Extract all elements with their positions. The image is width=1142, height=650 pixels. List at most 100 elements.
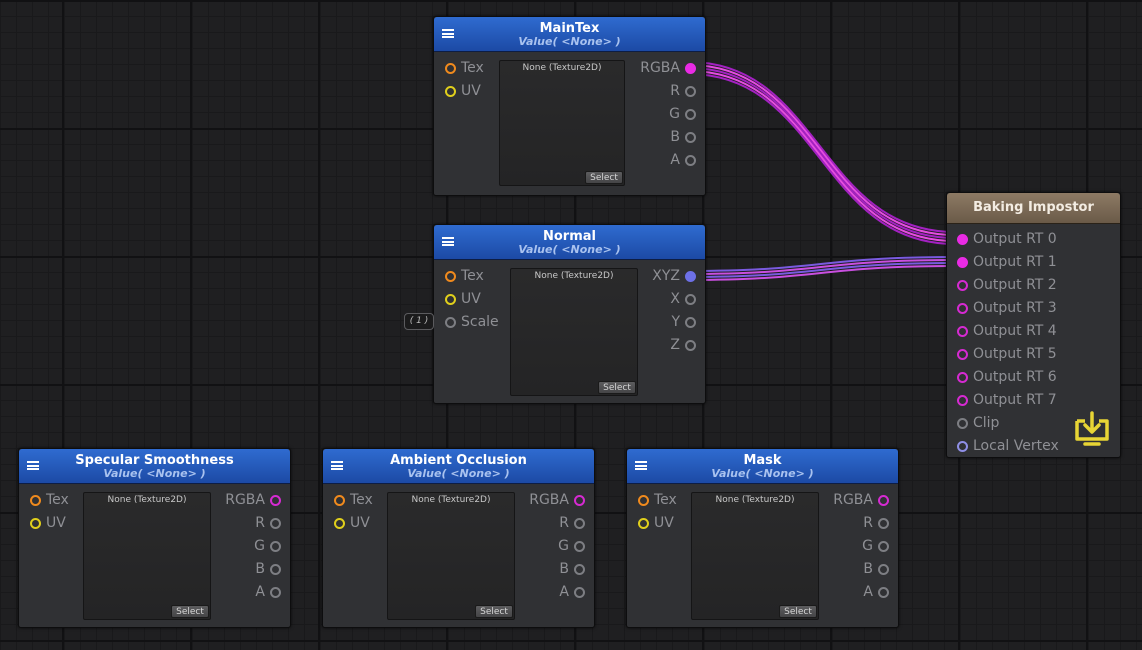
port-circle-icon[interactable] bbox=[334, 495, 345, 506]
port-label: UV bbox=[350, 515, 370, 531]
port-circle-icon[interactable] bbox=[574, 495, 585, 506]
port-label: X bbox=[670, 291, 680, 307]
port-circle-icon[interactable] bbox=[957, 349, 968, 360]
menu-icon[interactable] bbox=[331, 461, 343, 470]
port-circle-icon[interactable] bbox=[878, 518, 889, 529]
node-header[interactable]: Baking Impostor bbox=[947, 193, 1120, 224]
menu-icon[interactable] bbox=[635, 461, 647, 470]
node-header[interactable]: Normal Value( <None> ) bbox=[434, 225, 705, 260]
port-label: B bbox=[559, 561, 569, 577]
port-label: A bbox=[255, 584, 265, 600]
port-circle-icon[interactable] bbox=[957, 372, 968, 383]
node-subtitle: Value( <None> ) bbox=[407, 467, 510, 480]
port-circle-icon[interactable] bbox=[878, 564, 889, 575]
port-label: UV bbox=[46, 515, 66, 531]
texture-preview[interactable]: None (Texture2D) Select bbox=[83, 492, 211, 620]
port-circle-icon[interactable] bbox=[574, 518, 585, 529]
port-label: XYZ bbox=[652, 268, 680, 284]
select-texture-button[interactable]: Select bbox=[779, 605, 817, 618]
port-circle-icon[interactable] bbox=[957, 280, 968, 291]
port-circle-icon[interactable] bbox=[878, 541, 889, 552]
port-circle-icon[interactable] bbox=[685, 340, 696, 351]
port-label: B bbox=[670, 129, 680, 145]
port-circle-icon[interactable] bbox=[270, 564, 281, 575]
port-label: G bbox=[669, 106, 680, 122]
node-mask[interactable]: Mask Value( <None> ) Tex UV None (Textur… bbox=[626, 448, 899, 628]
texture-preview[interactable]: None (Texture2D) Select bbox=[387, 492, 515, 620]
port-circle-icon[interactable] bbox=[30, 518, 41, 529]
node-specular-smoothness[interactable]: Specular Smoothness Value( <None> ) Tex … bbox=[18, 448, 291, 628]
select-texture-button[interactable]: Select bbox=[171, 605, 209, 618]
port-label: Output RT 4 bbox=[973, 323, 1057, 339]
node-header[interactable]: Ambient Occlusion Value( <None> ) bbox=[323, 449, 594, 484]
port-label: G bbox=[254, 538, 265, 554]
port-circle-icon[interactable] bbox=[957, 441, 968, 452]
port-circle-icon[interactable] bbox=[685, 63, 696, 74]
port-circle-icon[interactable] bbox=[685, 294, 696, 305]
port-circle-icon[interactable] bbox=[878, 587, 889, 598]
node-ambient-occlusion[interactable]: Ambient Occlusion Value( <None> ) Tex UV… bbox=[322, 448, 595, 628]
node-subtitle: Value( <None> ) bbox=[518, 243, 621, 256]
port-circle-icon[interactable] bbox=[270, 587, 281, 598]
bake-download-icon[interactable] bbox=[1073, 411, 1111, 447]
texture-preview[interactable]: None (Texture2D) Select bbox=[499, 60, 625, 186]
select-texture-button[interactable]: Select bbox=[598, 381, 636, 394]
select-texture-button[interactable]: Select bbox=[585, 171, 623, 184]
node-title: Ambient Occlusion bbox=[390, 453, 527, 468]
node-header[interactable]: Mask Value( <None> ) bbox=[627, 449, 898, 484]
texture-preview[interactable]: None (Texture2D) Select bbox=[510, 268, 638, 396]
port-circle-icon[interactable] bbox=[445, 86, 456, 97]
port-circle-icon[interactable] bbox=[685, 132, 696, 143]
port-circle-icon[interactable] bbox=[957, 257, 968, 268]
port-circle-icon[interactable] bbox=[445, 317, 456, 328]
port-circle-icon[interactable] bbox=[957, 326, 968, 337]
node-title: Normal bbox=[543, 229, 596, 244]
node-subtitle: Value( <None> ) bbox=[103, 467, 206, 480]
port-circle-icon[interactable] bbox=[638, 518, 649, 529]
node-title: Mask bbox=[743, 453, 782, 468]
port-circle-icon[interactable] bbox=[685, 86, 696, 97]
port-circle-icon[interactable] bbox=[270, 495, 281, 506]
port-circle-icon[interactable] bbox=[574, 541, 585, 552]
port-circle-icon[interactable] bbox=[270, 518, 281, 529]
port-circle-icon[interactable] bbox=[957, 303, 968, 314]
port-label: Local Vertex bbox=[973, 438, 1059, 454]
port-label: Clip bbox=[973, 415, 1000, 431]
port-circle-icon[interactable] bbox=[638, 495, 649, 506]
menu-icon[interactable] bbox=[27, 461, 39, 470]
port-circle-icon[interactable] bbox=[574, 564, 585, 575]
port-label: Output RT 1 bbox=[973, 254, 1057, 270]
node-normal[interactable]: Normal Value( <None> ) Tex UV Scale None… bbox=[433, 224, 706, 404]
port-circle-icon[interactable] bbox=[685, 109, 696, 120]
node-header[interactable]: MainTex Value( <None> ) bbox=[434, 17, 705, 52]
port-circle-icon[interactable] bbox=[270, 541, 281, 552]
port-label: RGBA bbox=[640, 60, 680, 76]
port-circle-icon[interactable] bbox=[685, 317, 696, 328]
texture-preview[interactable]: None (Texture2D) Select bbox=[691, 492, 819, 620]
select-texture-button[interactable]: Select bbox=[475, 605, 513, 618]
port-label: A bbox=[670, 152, 680, 168]
scale-value-field[interactable]: ( 1 ) bbox=[404, 313, 434, 330]
port-label: Output RT 7 bbox=[973, 392, 1057, 408]
port-circle-icon[interactable] bbox=[445, 294, 456, 305]
port-circle-icon[interactable] bbox=[685, 271, 696, 282]
port-circle-icon[interactable] bbox=[445, 271, 456, 282]
port-circle-icon[interactable] bbox=[878, 495, 889, 506]
port-circle-icon[interactable] bbox=[957, 234, 968, 245]
node-baking-impostor[interactable]: Baking Impostor Output RT 0 Output RT 1 … bbox=[946, 192, 1121, 458]
port-label: Output RT 0 bbox=[973, 231, 1057, 247]
port-circle-icon[interactable] bbox=[445, 63, 456, 74]
menu-icon[interactable] bbox=[442, 29, 454, 38]
port-label: Tex bbox=[350, 492, 373, 508]
node-header[interactable]: Specular Smoothness Value( <None> ) bbox=[19, 449, 290, 484]
port-label: R bbox=[559, 515, 569, 531]
menu-icon[interactable] bbox=[442, 237, 454, 246]
port-circle-icon[interactable] bbox=[957, 395, 968, 406]
port-circle-icon[interactable] bbox=[574, 587, 585, 598]
port-label: B bbox=[863, 561, 873, 577]
port-circle-icon[interactable] bbox=[957, 418, 968, 429]
node-maintex[interactable]: MainTex Value( <None> ) Tex UV None (Tex… bbox=[433, 16, 706, 196]
port-circle-icon[interactable] bbox=[334, 518, 345, 529]
port-circle-icon[interactable] bbox=[685, 155, 696, 166]
port-circle-icon[interactable] bbox=[30, 495, 41, 506]
